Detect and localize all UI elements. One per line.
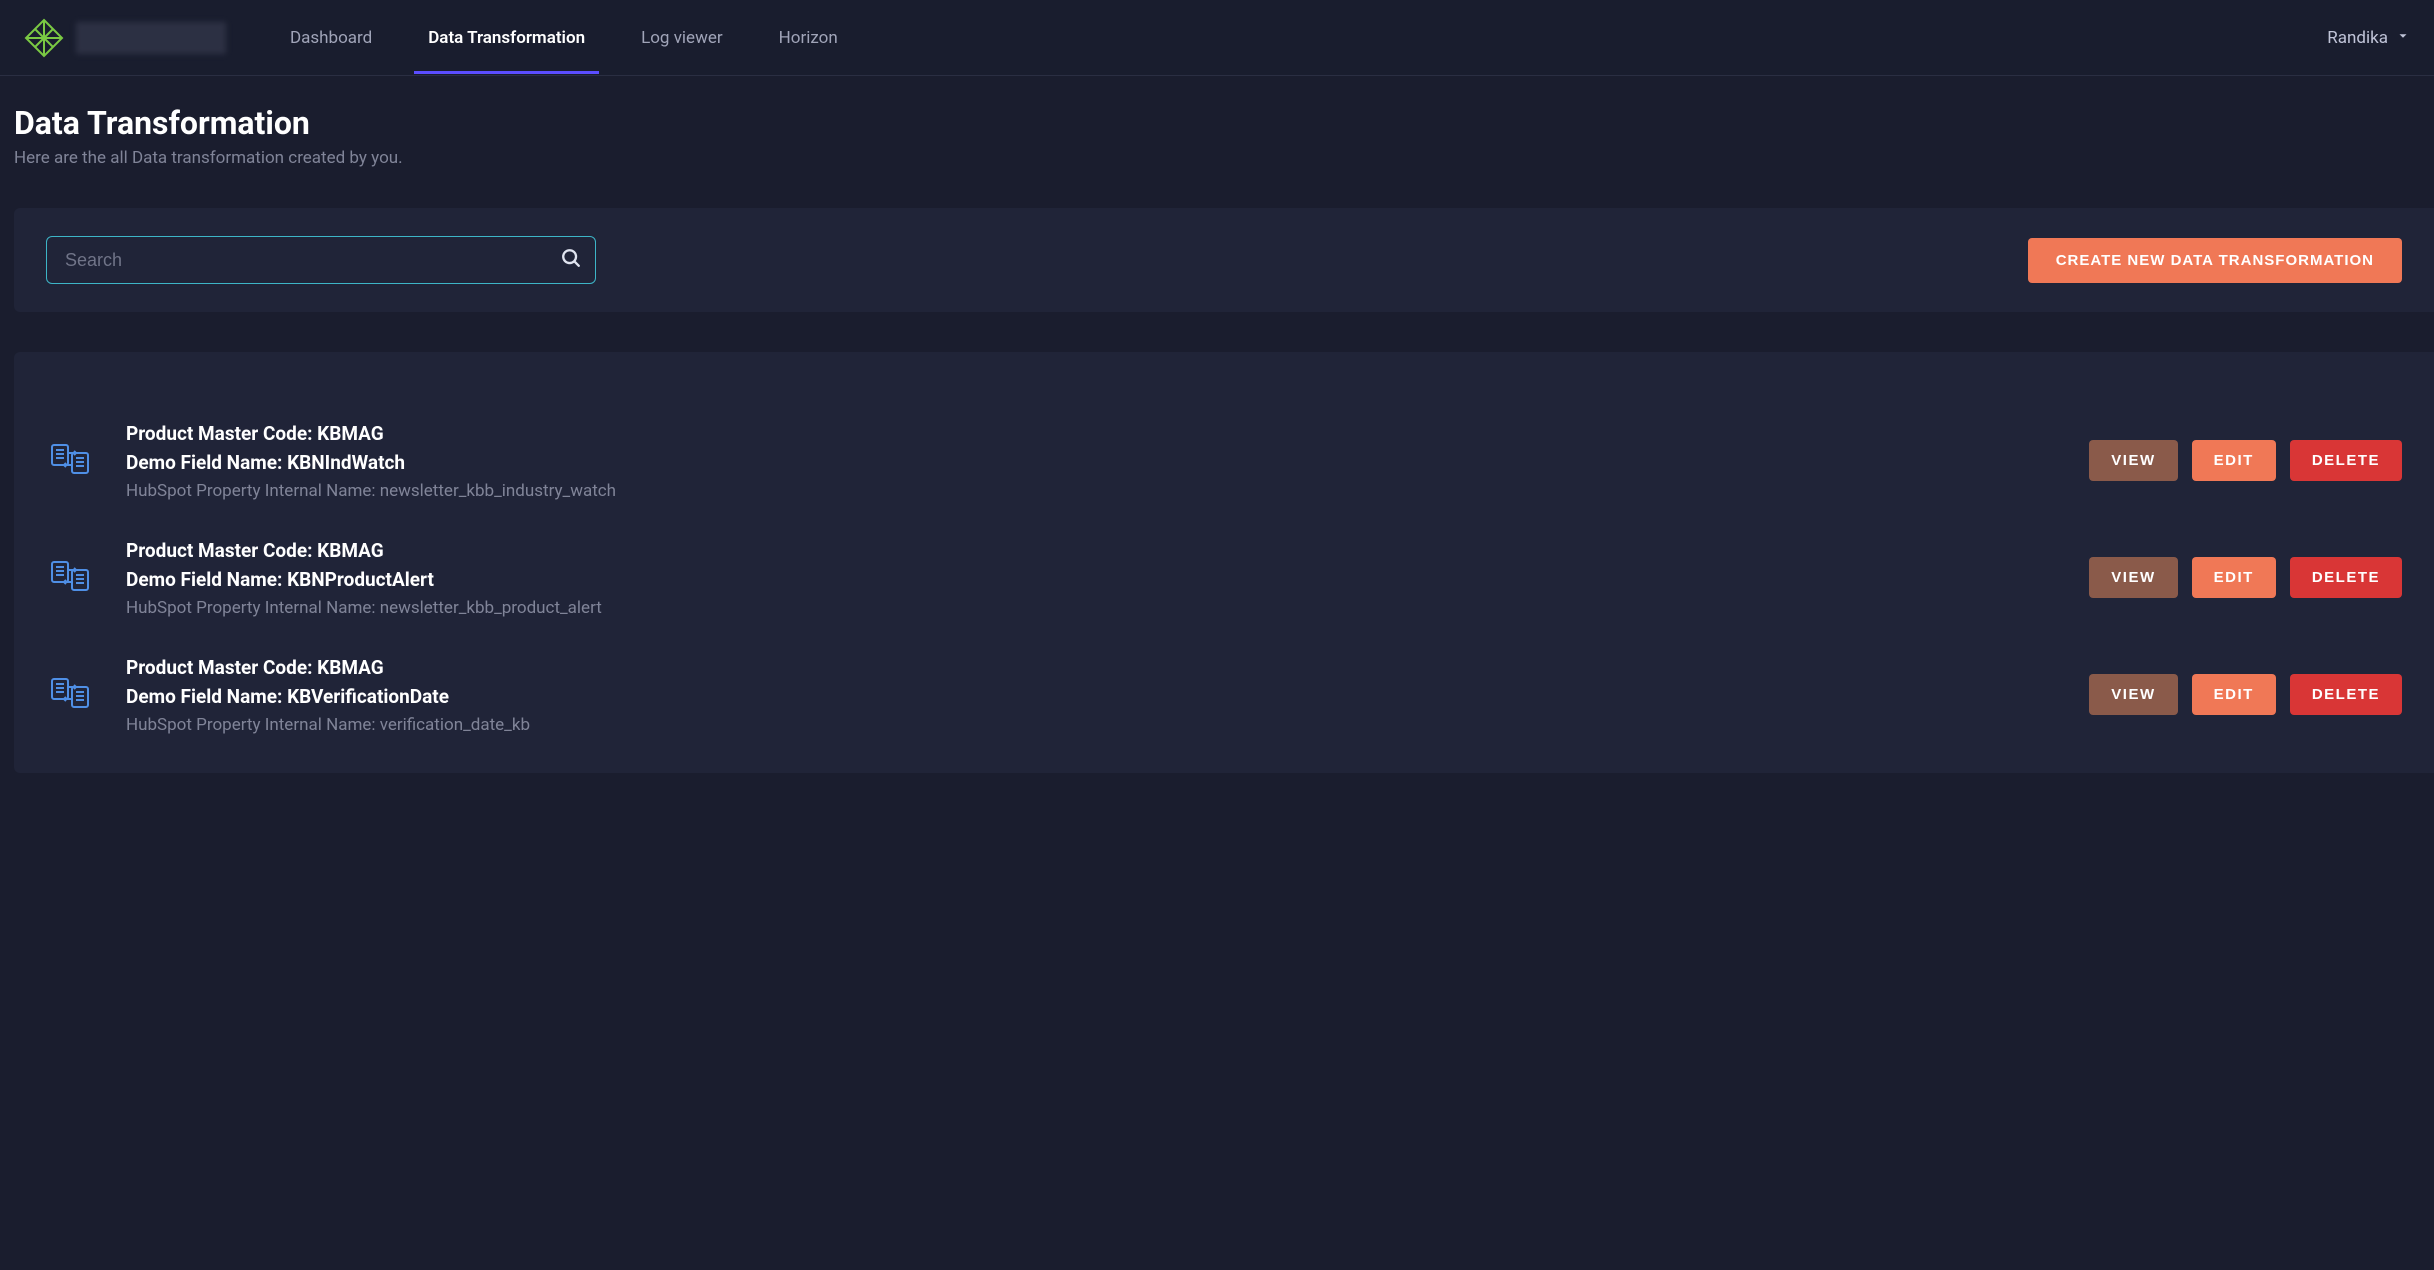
data-transfer-icon — [46, 435, 94, 487]
view-button[interactable]: VIEW — [2089, 557, 2177, 598]
edit-button[interactable]: EDIT — [2192, 557, 2276, 598]
item-actions: VIEW EDIT DELETE — [2089, 440, 2402, 481]
search-section: CREATE NEW DATA TRANSFORMATION — [14, 208, 2434, 312]
nav-link-log-viewer[interactable]: Log viewer — [617, 2, 747, 74]
delete-button[interactable]: DELETE — [2290, 674, 2402, 715]
data-transfer-icon — [46, 552, 94, 604]
item-product-code: Product Master Code: KBMAG — [126, 537, 2057, 566]
item-hubspot-name: HubSpot Property Internal Name: newslett… — [126, 481, 2057, 501]
item-field-name: Demo Field Name: KBNIndWatch — [126, 449, 2057, 478]
edit-button[interactable]: EDIT — [2192, 440, 2276, 481]
item-info: Product Master Code: KBMAG Demo Field Na… — [126, 420, 2057, 501]
delete-button[interactable]: DELETE — [2290, 440, 2402, 481]
brand-logo-icon — [24, 18, 64, 58]
item-info: Product Master Code: KBMAG Demo Field Na… — [126, 654, 2057, 735]
transformation-list: Product Master Code: KBMAG Demo Field Na… — [14, 352, 2434, 773]
nav-links: Dashboard Data Transformation Log viewer… — [266, 2, 862, 74]
item-field-name: Demo Field Name: KBVerificationDate — [126, 683, 2057, 712]
list-item: Product Master Code: KBMAG Demo Field Na… — [46, 402, 2402, 519]
list-item: Product Master Code: KBMAG Demo Field Na… — [46, 519, 2402, 636]
item-field-name: Demo Field Name: KBNProductAlert — [126, 566, 2057, 595]
page-title: Data Transformation — [14, 104, 2410, 142]
search-input[interactable] — [46, 236, 596, 284]
item-product-code: Product Master Code: KBMAG — [126, 654, 2057, 683]
view-button[interactable]: VIEW — [2089, 674, 2177, 715]
item-hubspot-name: HubSpot Property Internal Name: newslett… — [126, 598, 2057, 618]
navbar: Dashboard Data Transformation Log viewer… — [0, 0, 2434, 76]
search-wrapper — [46, 236, 596, 284]
view-button[interactable]: VIEW — [2089, 440, 2177, 481]
data-transfer-icon — [46, 669, 94, 721]
item-hubspot-name: HubSpot Property Internal Name: verifica… — [126, 715, 2057, 735]
search-icon — [560, 247, 582, 273]
page-header: Data Transformation Here are the all Dat… — [0, 76, 2434, 208]
nav-link-horizon[interactable]: Horizon — [755, 2, 862, 74]
user-name: Randika — [2327, 28, 2388, 48]
nav-link-data-transformation[interactable]: Data Transformation — [404, 2, 609, 74]
item-actions: VIEW EDIT DELETE — [2089, 674, 2402, 715]
list-item: Product Master Code: KBMAG Demo Field Na… — [46, 636, 2402, 753]
item-actions: VIEW EDIT DELETE — [2089, 557, 2402, 598]
edit-button[interactable]: EDIT — [2192, 674, 2276, 715]
brand-text-obscured — [76, 22, 226, 54]
logo-area[interactable] — [24, 18, 226, 58]
item-info: Product Master Code: KBMAG Demo Field Na… — [126, 537, 2057, 618]
user-menu[interactable]: Randika — [2327, 28, 2410, 48]
delete-button[interactable]: DELETE — [2290, 557, 2402, 598]
create-new-button[interactable]: CREATE NEW DATA TRANSFORMATION — [2028, 238, 2402, 283]
nav-link-dashboard[interactable]: Dashboard — [266, 2, 396, 74]
item-product-code: Product Master Code: KBMAG — [126, 420, 2057, 449]
page-subtitle: Here are the all Data transformation cre… — [14, 148, 2410, 168]
chevron-down-icon — [2396, 28, 2410, 48]
